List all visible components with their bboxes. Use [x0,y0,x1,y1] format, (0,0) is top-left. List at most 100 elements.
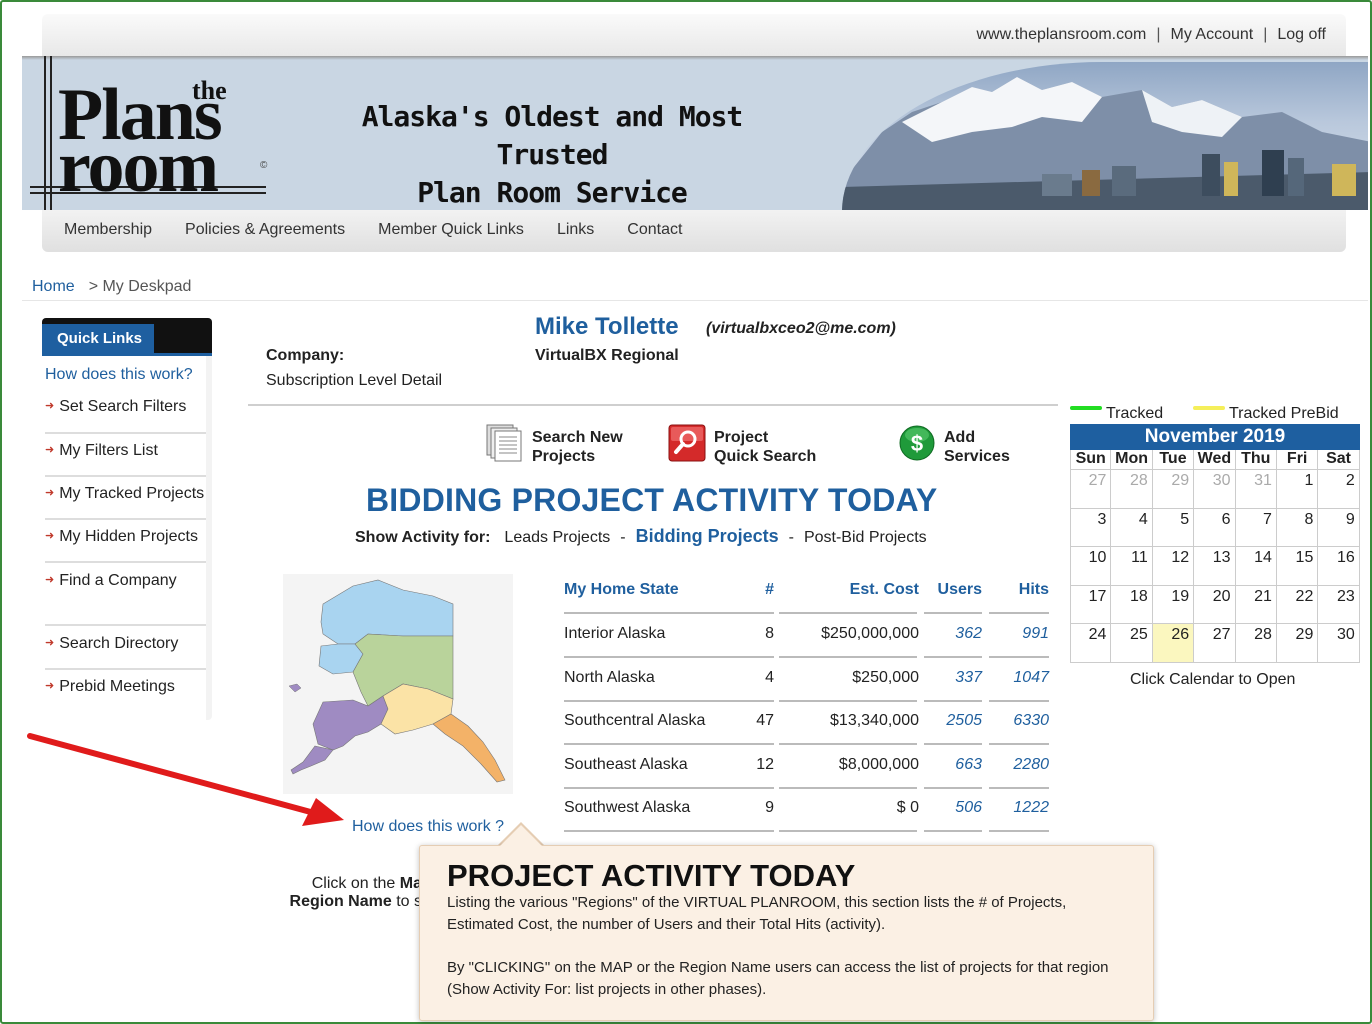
plans-room-logo[interactable]: the Plans room © [30,56,270,210]
col-hits-cell[interactable]: 1222 [989,799,1049,817]
breadcrumb-current: > My Deskpad [88,278,192,295]
col-users-cell[interactable]: 337 [924,669,982,687]
calendar-day[interactable]: 20 [1194,585,1236,624]
calendar-day[interactable]: 27 [1070,470,1112,509]
col-est-cost-header[interactable]: Est. Cost [779,581,919,599]
ql-my-filters-list[interactable]: ➜ My Filters List [45,442,206,460]
arrow-icon: ➜ [45,530,55,542]
ql-prebid-meetings[interactable]: ➜ Prebid Meetings [45,678,206,696]
calendar-day[interactable]: 31 [1235,470,1277,509]
ql-find-a-company[interactable]: ➜ Find a Company [45,572,206,590]
member-email: (virtualbxceo2@me.com) [706,320,896,337]
calendar-day[interactable]: 21 [1235,585,1277,624]
calendar-day[interactable]: 5 [1152,508,1195,547]
calendar-day[interactable]: 27 [1194,624,1236,663]
calendar-day[interactable]: 28 [1235,624,1277,663]
calendar-day[interactable]: 1 [1276,470,1319,509]
col-hits-header[interactable]: Hits [989,581,1049,599]
calendar[interactable]: November 2019 Sun Mon Tue Wed Thu Fri Sat 27 28 2… [1070,424,1360,663]
calendar-day[interactable]: 22 [1276,585,1319,624]
table-divider [564,830,760,832]
subscription-level-link[interactable]: Subscription Level Detail [266,372,442,390]
show-activity-filter: Show Activity for: Leads Projects - Bidding… [355,526,927,547]
calendar-day[interactable]: 14 [1235,547,1277,586]
calendar-day[interactable]: 8 [1276,508,1319,547]
nav-member-quick-links[interactable]: Member Quick Links [378,221,524,239]
ql-search-directory[interactable]: ➜ Search Directory [45,635,206,653]
calendar-dow: Sat [1318,450,1360,470]
col-hits-cell[interactable]: 1047 [989,669,1049,687]
my-account-link[interactable]: My Account [1171,26,1254,43]
calendar-day[interactable]: 30 [1318,624,1360,663]
calendar-day[interactable]: 18 [1111,585,1153,624]
col-users-cell[interactable]: 506 [924,799,982,817]
ql-set-search-filters[interactable]: ➜ Set Search Filters [45,398,206,416]
breadcrumb-home[interactable]: Home [32,278,75,295]
calendar-day[interactable]: 13 [1194,547,1236,586]
col-hits-cell[interactable]: 991 [989,625,1049,643]
map-region-southeast[interactable] [432,713,506,783]
calendar-day[interactable]: 10 [1070,547,1112,586]
calendar-day[interactable]: 7 [1235,508,1277,547]
banner-tagline: Alaska's Oldest and Most Trusted Plan Ro… [322,98,782,210]
map-how-link[interactable]: How does this work ? [352,818,504,836]
separator: | [1156,26,1161,43]
table-divider [779,786,917,789]
calendar-day[interactable]: 15 [1276,547,1319,586]
col-users-header[interactable]: Users [924,581,982,599]
divider [45,624,206,626]
calendar-day[interactable]: 25 [1111,624,1153,663]
table-divider [750,830,774,832]
nav-policies[interactable]: Policies & Agreements [185,221,345,239]
calendar-day[interactable]: 23 [1318,585,1360,624]
calendar-day[interactable]: 17 [1070,585,1112,624]
table-divider [750,612,774,614]
calendar-day[interactable]: 24 [1070,624,1112,663]
leads-projects-link[interactable]: Leads Projects [504,529,610,546]
col-count-header[interactable]: # [734,581,774,599]
table-divider [924,699,982,702]
calendar-day[interactable]: 9 [1318,508,1360,547]
calendar-open-hint[interactable]: Click Calendar to Open [1130,671,1295,689]
post-bid-projects-link[interactable]: Post-Bid Projects [804,529,927,546]
col-hits-cell[interactable]: 2280 [989,756,1049,774]
ql-my-hidden-projects[interactable]: ➜ My Hidden Projects [45,528,206,546]
top-links: www.theplansroom.com | My Account | Log off [977,26,1327,44]
calendar-day[interactable]: 29 [1276,624,1319,663]
member-name: Mike Tollette [535,313,679,340]
table-divider [564,786,760,789]
calendar-day[interactable]: 4 [1111,508,1153,547]
col-hits-cell[interactable]: 6330 [989,712,1049,730]
table-divider [989,612,1049,614]
table-divider [924,612,982,614]
table-divider [564,656,760,658]
log-off-link[interactable]: Log off [1277,26,1326,43]
company-name: VirtualBX Regional [535,347,679,364]
col-users-cell[interactable]: 663 [924,756,982,774]
calendar-day[interactable]: 19 [1152,585,1195,624]
calendar-day[interactable]: 12 [1152,547,1195,586]
document-stack-icon [486,424,524,467]
bidding-projects-link[interactable]: Bidding Projects [636,526,779,546]
calendar-day[interactable]: 28 [1111,470,1153,509]
calendar-day[interactable]: 6 [1194,508,1236,547]
legend-tracked: Tracked [1070,405,1163,423]
calendar-day[interactable]: 3 [1070,508,1112,547]
calendar-day[interactable]: 2 [1318,470,1360,509]
table-divider [564,699,760,702]
calendar-day[interactable]: 11 [1111,547,1153,586]
col-count-cell: 47 [756,712,774,729]
calendar-today[interactable]: 26 [1152,624,1195,663]
calendar-day[interactable]: 29 [1152,470,1195,509]
col-users-cell[interactable]: 2505 [924,712,982,730]
nav-membership[interactable]: Membership [64,221,152,239]
col-users-cell[interactable]: 362 [924,625,982,643]
calendar-day[interactable]: 16 [1318,547,1360,586]
quick-links-how-link[interactable]: How does this work? [45,366,193,384]
nav-links[interactable]: Links [557,221,594,239]
dollar-icon: $ [898,424,936,467]
site-link[interactable]: www.theplansroom.com [977,26,1147,43]
calendar-day[interactable]: 30 [1194,470,1236,509]
nav-contact[interactable]: Contact [627,221,682,239]
ql-my-tracked-projects[interactable]: ➜ My Tracked Projects [45,485,206,503]
